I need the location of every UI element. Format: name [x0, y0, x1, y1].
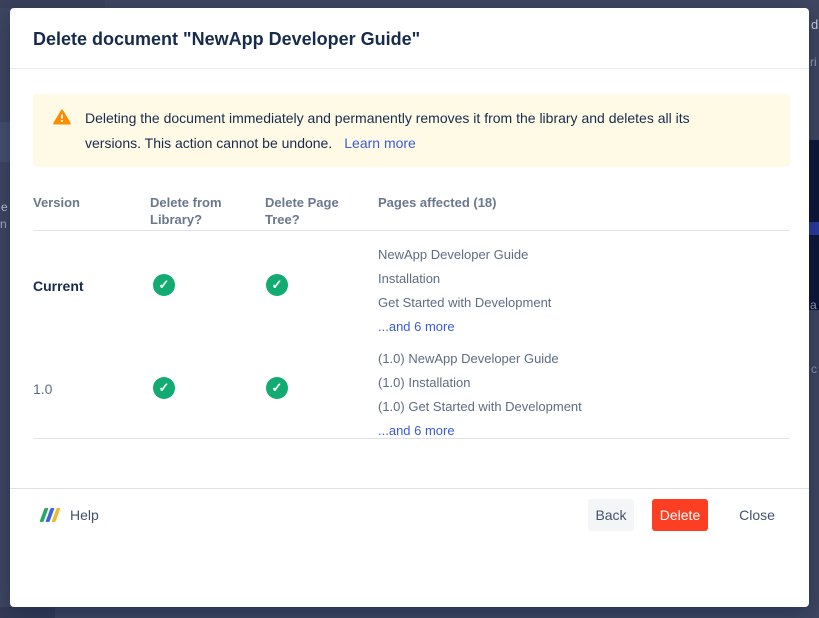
header-divider: [10, 68, 809, 69]
column-header-pages-affected: Pages affected (18): [378, 194, 497, 211]
k15t-logo-icon: [40, 507, 60, 523]
background-clipped-text: a: [810, 298, 817, 312]
column-header-version: Version: [33, 194, 80, 211]
background-clipped-text: d: [811, 18, 818, 32]
close-button[interactable]: Close: [728, 499, 786, 531]
help-label: Help: [70, 507, 99, 523]
show-more-pages-link[interactable]: ...and 6 more: [378, 423, 455, 438]
pages-affected-list: (1.0) NewApp Developer Guide (1.0) Insta…: [378, 347, 582, 443]
dialog-title: Delete document "NewApp Developer Guide": [33, 29, 420, 50]
version-cell-current: Current: [33, 278, 84, 294]
warning-banner: Deleting the document immediately and pe…: [33, 94, 790, 167]
column-header-delete-page-tree: Delete Page Tree?: [265, 194, 349, 228]
page-title: (1.0) Get Started with Development: [378, 395, 582, 419]
background-app-peek-right-highlight: [809, 222, 819, 235]
back-button[interactable]: Back: [588, 499, 634, 531]
page-title: Installation: [378, 267, 551, 291]
page-title: Get Started with Development: [378, 291, 551, 315]
page-title: (1.0) Installation: [378, 371, 582, 395]
background-app-peek-bottom: [0, 607, 55, 618]
warning-triangle-icon: [53, 109, 71, 130]
background-clipped-text: ri: [810, 55, 817, 69]
learn-more-link[interactable]: Learn more: [344, 135, 416, 151]
column-header-delete-from-library: Delete from Library?: [150, 194, 234, 228]
background-clipped-text: c: [811, 362, 817, 376]
table-header-divider: [33, 230, 790, 231]
check-circle-icon: ✓: [153, 274, 175, 296]
pages-affected-list: NewApp Developer Guide Installation Get …: [378, 243, 551, 339]
check-circle-icon: ✓: [266, 274, 288, 296]
version-cell-1-0: 1.0: [33, 381, 52, 397]
help-button[interactable]: Help: [40, 507, 99, 523]
show-more-pages-link[interactable]: ...and 6 more: [378, 319, 455, 334]
background-app-peek-left-panel: [0, 122, 10, 162]
footer-divider: [10, 488, 809, 489]
check-circle-icon: ✓: [266, 377, 288, 399]
table-bottom-divider: [33, 438, 790, 439]
background-clipped-text: e: [1, 200, 8, 214]
check-circle-icon: ✓: [153, 377, 175, 399]
delete-document-dialog: Delete document "NewApp Developer Guide"…: [10, 8, 809, 607]
page-title: NewApp Developer Guide: [378, 243, 551, 267]
page-title: (1.0) NewApp Developer Guide: [378, 347, 582, 371]
background-app-peek-top: [0, 0, 105, 8]
warning-message: Deleting the document immediately and pe…: [85, 106, 747, 156]
delete-button[interactable]: Delete: [652, 499, 708, 531]
